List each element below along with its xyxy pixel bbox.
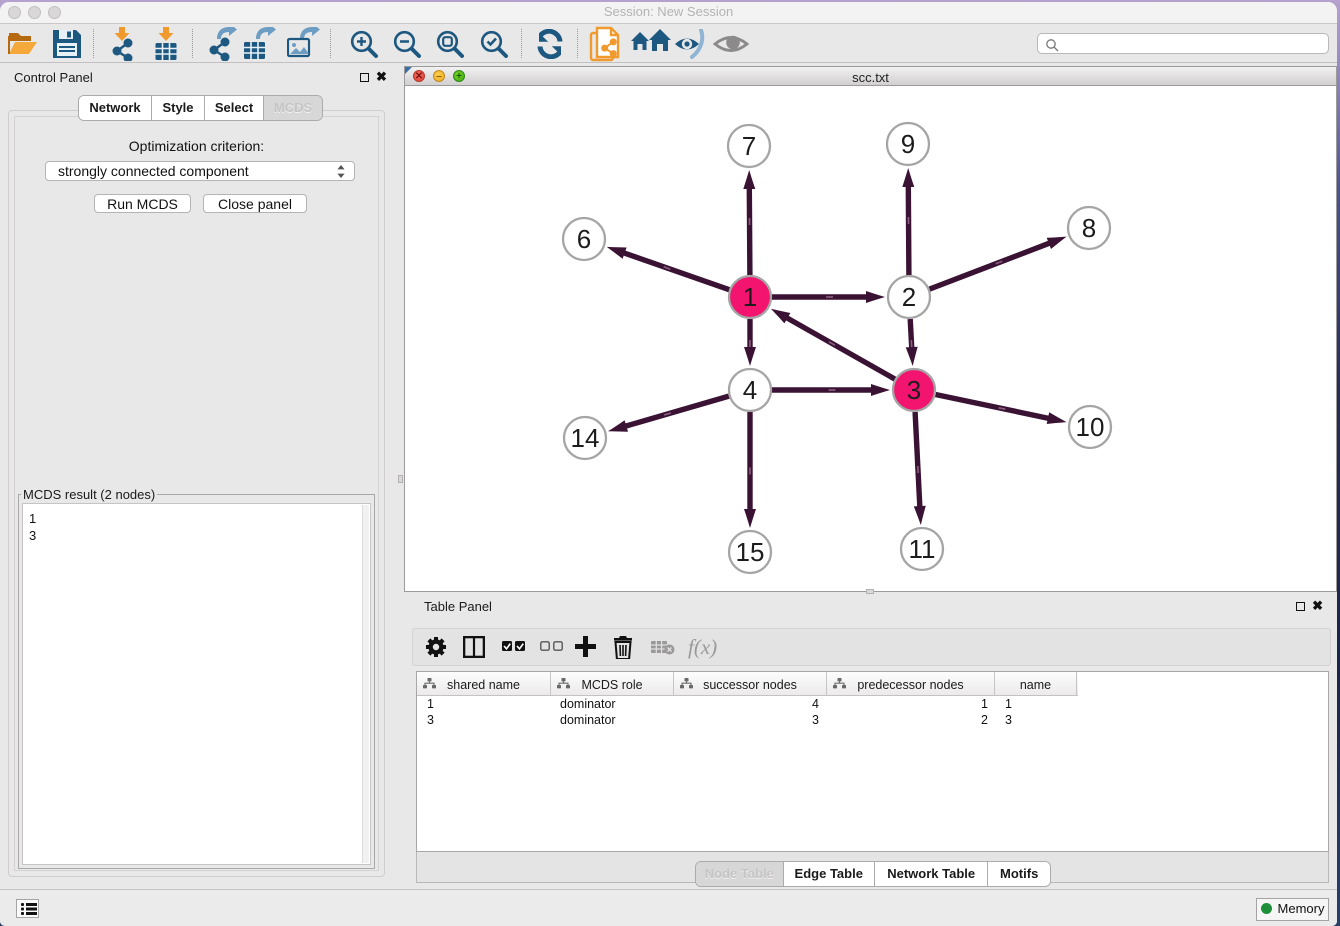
svg-text:11: 11 [909,534,936,564]
svg-text:9: 9 [901,129,915,159]
svg-text:14: 14 [571,423,600,453]
svg-text:10: 10 [1076,412,1105,442]
svg-text:15: 15 [736,537,765,567]
svg-text:7: 7 [742,131,756,161]
svg-text:8: 8 [1082,213,1096,243]
svg-text:1: 1 [743,282,757,312]
svg-text:6: 6 [577,224,591,254]
svg-text:2: 2 [902,282,916,312]
svg-text:3: 3 [907,375,921,405]
svg-text:4: 4 [743,375,757,405]
